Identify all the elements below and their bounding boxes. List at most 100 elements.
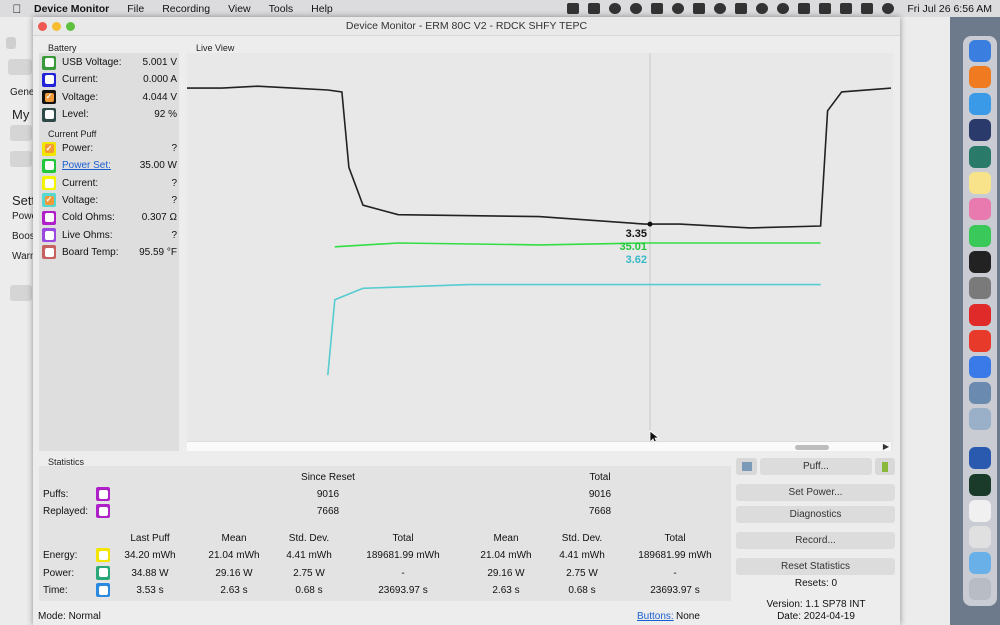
1password-icon[interactable] (969, 447, 991, 469)
menu-recording[interactable]: Recording (162, 3, 210, 15)
set-power-button[interactable]: Set Power... (736, 484, 895, 501)
search-icon[interactable] (756, 3, 769, 14)
current_puff-label: Board Temp: (62, 246, 119, 258)
stats-row-label: Energy: (43, 550, 78, 561)
bg-box-3[interactable] (10, 285, 32, 301)
time-machine-icon[interactable] (777, 3, 790, 14)
system-settings-icon[interactable] (969, 277, 991, 299)
dock (963, 36, 997, 606)
battery-checkbox[interactable]: ✓ (42, 90, 56, 105)
menu-help[interactable]: Help (311, 3, 333, 15)
checkmark-icon: ✓ (44, 143, 54, 153)
menu-tools[interactable]: Tools (269, 3, 294, 15)
wifi-icon[interactable] (840, 3, 853, 14)
current_puff-checkbox[interactable] (42, 210, 56, 225)
app-red-icon[interactable] (969, 304, 991, 326)
battery-checkbox[interactable] (42, 72, 56, 87)
battery-row: Current: 0.000 A (42, 71, 179, 88)
bbedit-icon[interactable] (969, 119, 991, 141)
menu-app-name[interactable]: Device Monitor (34, 3, 109, 15)
menu-view[interactable]: View (228, 3, 251, 15)
current_puff-checkbox[interactable] (42, 158, 56, 173)
volume-icon[interactable] (735, 3, 748, 14)
scroll-right-arrow-icon[interactable]: ▶ (883, 442, 889, 451)
apple-menu-icon[interactable]:  (0, 2, 34, 16)
bluetooth-icon[interactable] (798, 3, 811, 14)
zoom-button-icon[interactable] (66, 22, 75, 31)
bg-button[interactable] (8, 59, 32, 75)
firefox-icon[interactable] (969, 66, 991, 88)
activity-monitor-icon[interactable] (969, 474, 991, 496)
current_puff-label: Live Ohms: (62, 229, 113, 241)
stats-cell: - (673, 567, 677, 579)
chart-readout-1: 35.01 (619, 241, 647, 253)
record-button[interactable]: Record... (736, 532, 895, 549)
battery-button[interactable] (875, 458, 895, 475)
stats-row-checkbox[interactable] (96, 565, 110, 580)
battery-icon[interactable] (819, 3, 832, 14)
stats-row-checkbox[interactable] (96, 583, 110, 598)
diagnostics-button[interactable]: Diagnostics (736, 506, 895, 523)
terminal-icon[interactable] (969, 251, 991, 273)
minimize-button-icon[interactable] (52, 22, 61, 31)
stats-row-checkbox[interactable] (96, 548, 110, 562)
atom-icon[interactable] (969, 382, 991, 404)
checkbox-inner (98, 506, 108, 516)
stats-cell: 2.63 s (492, 585, 520, 597)
puff-settings-button[interactable] (736, 458, 757, 475)
notes-icon[interactable] (969, 172, 991, 194)
bg-box-2[interactable] (10, 151, 32, 167)
puffs-checkbox-wrap (96, 487, 110, 501)
status-notification-icon[interactable] (693, 3, 706, 14)
menu-clock[interactable]: Fri Jul 26 6:56 AM (907, 3, 992, 15)
xcode-icon[interactable] (969, 146, 991, 168)
document-icon[interactable] (969, 500, 991, 522)
finder-icon[interactable] (969, 40, 991, 62)
status-app-icon[interactable] (630, 3, 643, 14)
buttons-link[interactable]: Buttons: (637, 611, 674, 622)
chart-series-2 (327, 283, 821, 376)
current_puff-checkbox[interactable] (42, 245, 56, 260)
close-button-icon[interactable] (38, 22, 47, 31)
buttons-value: None (676, 611, 700, 622)
reset-statistics-button[interactable]: Reset Statistics (736, 558, 895, 575)
chart-scrollbar[interactable]: ▶ (187, 441, 891, 451)
current_puff-checkbox[interactable] (42, 228, 56, 242)
messenger-icon[interactable] (969, 356, 991, 378)
battery-checkbox[interactable] (42, 107, 56, 122)
preview-icon[interactable] (969, 408, 991, 430)
stats-column-header: Std. Dev. (561, 533, 603, 544)
status-airplay-icon[interactable] (714, 3, 727, 14)
menu-file[interactable]: File (127, 3, 144, 15)
current_puff-checkbox[interactable] (42, 176, 56, 191)
puff-button[interactable]: Puff... (760, 458, 872, 475)
battery-title: Battery (48, 43, 77, 53)
stats-cell: 0.68 s (295, 585, 323, 597)
status-dropbox-icon[interactable] (588, 3, 601, 14)
status-keyboard-icon[interactable] (651, 3, 664, 14)
battery-checkbox[interactable] (42, 55, 56, 70)
downloads-folder-icon[interactable] (969, 552, 991, 574)
battery-label: Current: (62, 74, 99, 86)
replayed-checkbox[interactable] (96, 504, 110, 518)
app-stop-icon[interactable] (969, 330, 991, 352)
siri-icon[interactable] (882, 3, 895, 14)
battery-label: Level: (62, 109, 89, 121)
status-timer-icon[interactable] (672, 3, 685, 14)
puffs-checkbox[interactable] (96, 487, 110, 501)
current_puff-label[interactable]: Power Set: (62, 160, 140, 171)
current_puff-checkbox[interactable]: ✓ (42, 141, 56, 156)
scrollbar-thumb[interactable] (795, 445, 829, 450)
status-1password-icon[interactable] (609, 3, 622, 14)
photos-icon[interactable] (969, 198, 991, 220)
chart-cursor-dot (647, 221, 653, 227)
control-center-icon[interactable] (861, 3, 874, 14)
status-doc-icon[interactable] (567, 3, 580, 14)
safari-icon[interactable] (969, 93, 991, 115)
battery-label: Voltage: (62, 91, 99, 103)
bg-box-1[interactable] (10, 125, 32, 141)
document-stack-icon[interactable] (969, 526, 991, 548)
messages-icon[interactable] (969, 225, 991, 247)
current_puff-checkbox[interactable]: ✓ (42, 193, 56, 208)
trash-icon[interactable] (969, 578, 991, 600)
